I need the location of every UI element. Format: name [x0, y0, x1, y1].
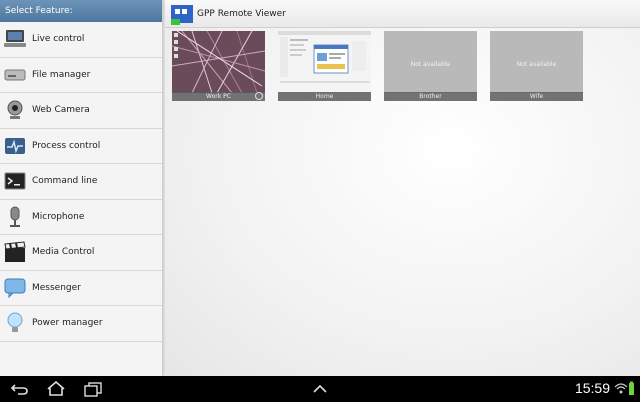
terminal-icon — [4, 170, 26, 192]
feature-item-media-control[interactable]: Media Control — [0, 235, 162, 271]
feature-label: Messenger — [32, 282, 81, 293]
feature-item-file-manager[interactable]: File manager — [0, 58, 162, 93]
recent-apps-icon[interactable] — [83, 380, 103, 398]
app-logo-icon — [171, 3, 193, 25]
computer-tile-work-pc[interactable]: Work PC — [172, 31, 265, 101]
computer-name: Wife — [490, 92, 583, 101]
battery-icon — [629, 381, 634, 395]
microphone-icon — [4, 206, 26, 228]
computer-tile-home[interactable]: Home — [278, 31, 371, 101]
feature-item-web-camera[interactable]: Web Camera — [0, 93, 162, 129]
pulse-monitor-icon — [4, 135, 26, 157]
clock-icon — [255, 92, 263, 100]
system-navigation-bar: 15:59 — [0, 376, 640, 402]
feature-item-messenger[interactable]: Messenger — [0, 271, 162, 306]
feature-item-power-manager[interactable]: Power manager — [0, 306, 162, 342]
sidebar-header: Select Feature: — [0, 0, 162, 22]
feature-label: Command line — [32, 176, 98, 187]
feature-item-live-control[interactable]: Live control — [0, 22, 162, 58]
status-icons — [614, 381, 636, 397]
feature-label: Media Control — [32, 247, 95, 258]
feature-label: Web Camera — [32, 105, 90, 116]
computer-tile-wife[interactable]: Not available Wife — [490, 31, 583, 101]
feature-item-command-line[interactable]: Command line — [0, 164, 162, 200]
desktop-thumbnail — [172, 31, 265, 93]
feature-item-microphone[interactable]: Microphone — [0, 200, 162, 235]
wifi-icon — [614, 383, 628, 394]
back-icon[interactable] — [10, 380, 30, 398]
chat-bubble-icon — [4, 277, 26, 299]
feature-label: Microphone — [32, 211, 85, 222]
computer-name: Brother — [384, 92, 477, 101]
webcam-icon — [4, 99, 26, 121]
availability-status: Not available — [410, 61, 451, 68]
action-bar: GPP Remote Viewer — [165, 0, 640, 28]
app-title: GPP Remote Viewer — [197, 8, 286, 19]
computer-name: Work PC — [172, 92, 265, 101]
clapperboard-icon — [4, 241, 26, 263]
computer-tile-brother[interactable]: Not available Brother — [384, 31, 477, 101]
chevron-up-icon[interactable] — [310, 380, 330, 398]
feature-item-process-control[interactable]: Process control — [0, 129, 162, 164]
computer-name: Home — [278, 92, 371, 101]
status-clock: 15:59 — [574, 380, 610, 396]
desktop-thumbnail — [278, 31, 371, 93]
lightbulb-icon — [4, 312, 26, 334]
feature-label: Live control — [32, 34, 85, 45]
feature-sidebar: Select Feature: Live control File manage… — [0, 0, 163, 376]
drive-icon — [4, 64, 26, 86]
feature-label: Power manager — [32, 318, 103, 329]
feature-label: Process control — [32, 140, 101, 151]
availability-status: Not available — [516, 61, 557, 68]
home-icon[interactable] — [46, 380, 66, 398]
feature-label: File manager — [32, 69, 91, 80]
monitor-icon — [4, 28, 26, 50]
main-panel: GPP Remote Viewer Work PC Home Not avail… — [165, 0, 640, 376]
